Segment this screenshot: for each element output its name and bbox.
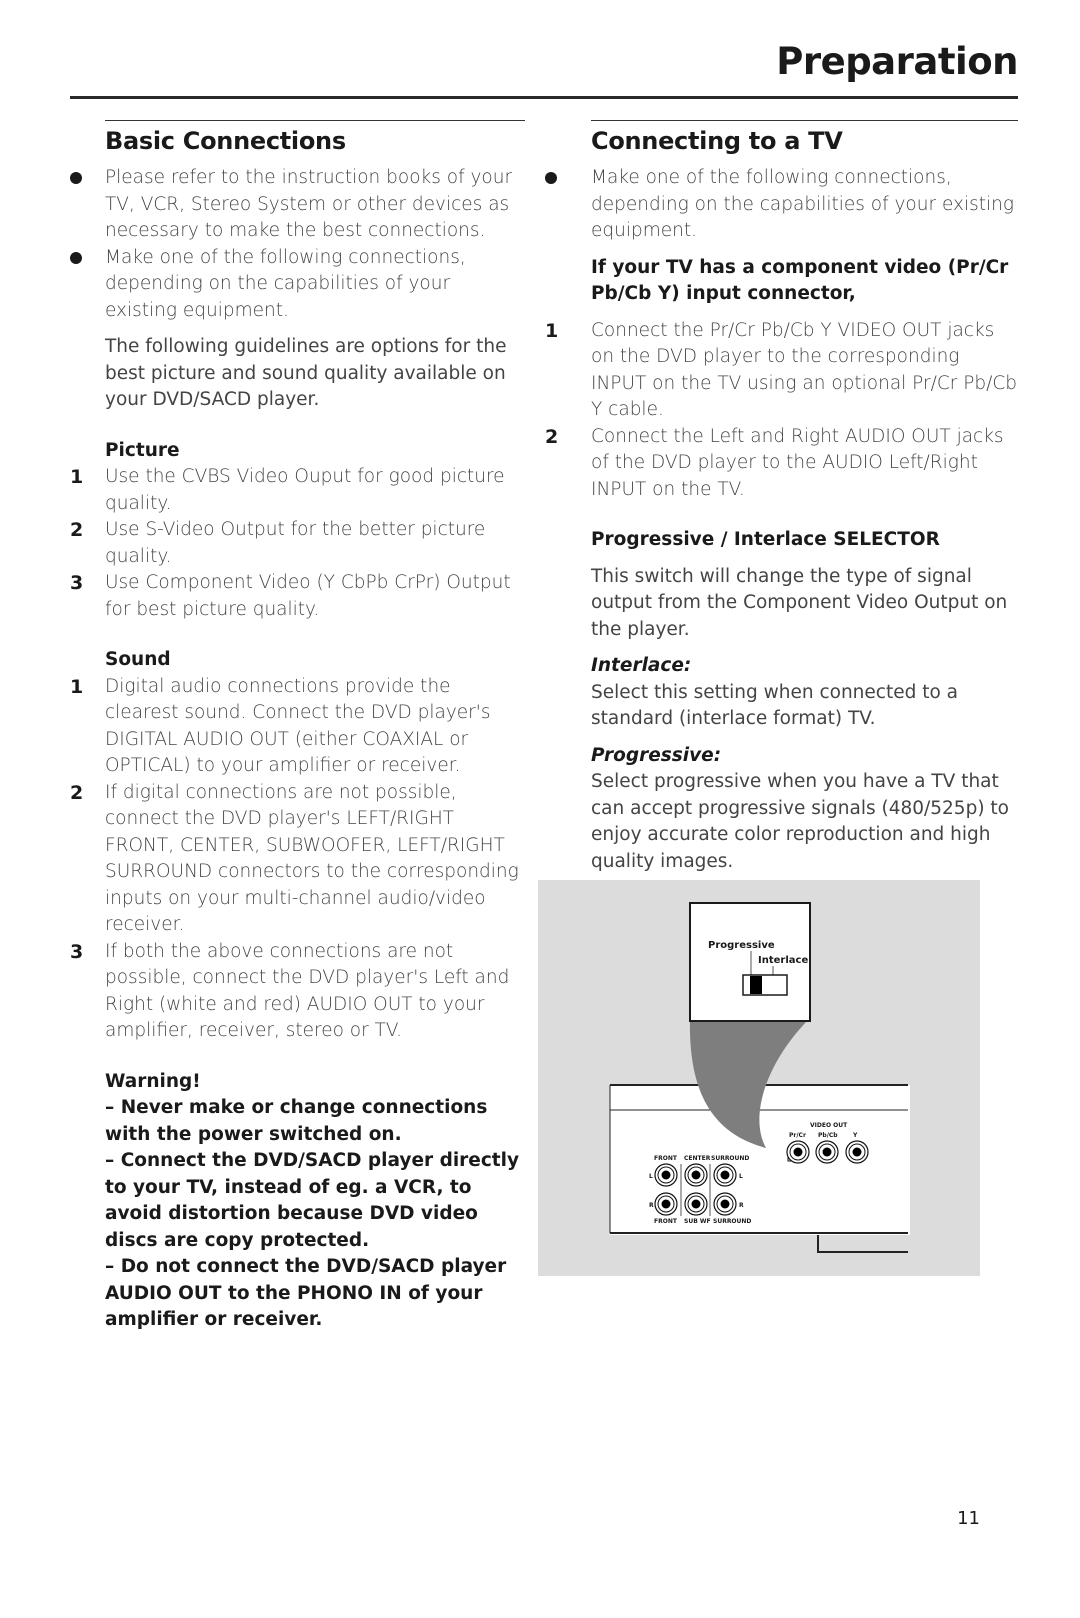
sound-heading: Sound xyxy=(105,649,171,670)
audio-label: L xyxy=(739,1173,743,1180)
progressive-text: Select progressive when you have a TV th… xyxy=(591,771,1009,872)
audio-label: R xyxy=(739,1202,744,1209)
video-jacks xyxy=(786,1140,869,1164)
bullet-item: Make one of the following connections, d… xyxy=(70,245,525,325)
warning-line: – Never make or change connections with … xyxy=(105,1097,488,1145)
list-item: 3 Use Component Video (Y CbPb CrPr) Outp… xyxy=(70,572,511,620)
selector-switch xyxy=(742,974,788,996)
audio-label: SURROUND xyxy=(711,1155,749,1162)
selector-heading: Progressive / Interlace SELECTOR xyxy=(591,529,940,550)
callout-interlace: Interlace xyxy=(758,955,808,966)
list-item: 2 If digital connections are not possibl… xyxy=(70,781,519,936)
audio-label: FRONT xyxy=(654,1218,678,1225)
jack-label: Pb/Cb xyxy=(818,1132,838,1139)
warning-line: – Do not connect the DVD/SACD player AUD… xyxy=(105,1256,507,1330)
list-item: 2 Connect the Left and Right AUDIO OUT j… xyxy=(545,425,1004,500)
component-heading: If your TV has a component video (Pr/Cr … xyxy=(591,256,1009,305)
bullet-icon xyxy=(70,251,82,264)
bullet-item: Please refer to the instruction books of… xyxy=(70,165,525,245)
bullet-icon xyxy=(70,172,82,184)
audio-label: SURROUND xyxy=(713,1218,751,1225)
list-item: 1 Use the CVBS Video Ouput for good pict… xyxy=(70,466,505,514)
audio-label: R xyxy=(649,1202,654,1209)
list-item: 3 If both the above connections are not … xyxy=(70,940,510,1042)
list-item: 1 Connect the Pr/Cr Pb/Cb Y VIDEO OUT ja… xyxy=(545,319,1018,421)
rear-panel-diagram: Progressive Interlace VIDEO OUT Pr/Cr Pb… xyxy=(538,902,980,1285)
picture-heading: Picture xyxy=(105,439,180,461)
interlace-label: Interlace: xyxy=(591,655,692,676)
bullet-item: Make one of the following connections, d… xyxy=(545,165,1018,245)
header-rule xyxy=(70,96,1018,99)
page-number: 11 xyxy=(957,1508,980,1529)
page-title: Preparation xyxy=(776,40,1018,83)
audio-label: CENTER xyxy=(684,1155,711,1162)
audio-label: FRONT xyxy=(654,1155,678,1162)
rear-panel-figure: Progressive Interlace VIDEO OUT Pr/Cr Pb… xyxy=(538,880,980,1285)
audio-label: SUB WF xyxy=(684,1218,711,1225)
list-item: 1 Digital audio connections provide the … xyxy=(70,675,491,777)
jack-label: Pr/Cr xyxy=(789,1132,806,1139)
connecting-tv-section: Connecting to a TV Make one of the follo… xyxy=(545,120,1018,875)
video-out-label: VIDEO OUT xyxy=(810,1122,848,1129)
progressive-label: Progressive: xyxy=(591,744,722,766)
intro-paragraph: The following guidelines are options for… xyxy=(105,336,507,410)
bullet-icon xyxy=(545,172,557,184)
callout-progressive: Progressive xyxy=(708,940,775,951)
warning-heading: Warning! xyxy=(105,1070,201,1092)
audio-label: L xyxy=(649,1173,653,1180)
section-title: Basic Connections xyxy=(105,127,346,155)
section-rule xyxy=(105,120,525,121)
jack-label: Y xyxy=(852,1132,858,1139)
list-item: 2 Use S-Video Output for the better pict… xyxy=(70,519,486,567)
warning-line: – Connect the DVD/SACD player directly t… xyxy=(105,1150,520,1251)
interlace-text: Select this setting when connected to a … xyxy=(591,681,958,730)
basic-connections-section: Basic Connections Please refer to the in… xyxy=(70,120,525,1334)
section-rule xyxy=(591,120,1018,121)
section-title: Connecting to a TV xyxy=(591,127,843,155)
selector-paragraph: This switch will change the type of sign… xyxy=(591,565,1008,640)
